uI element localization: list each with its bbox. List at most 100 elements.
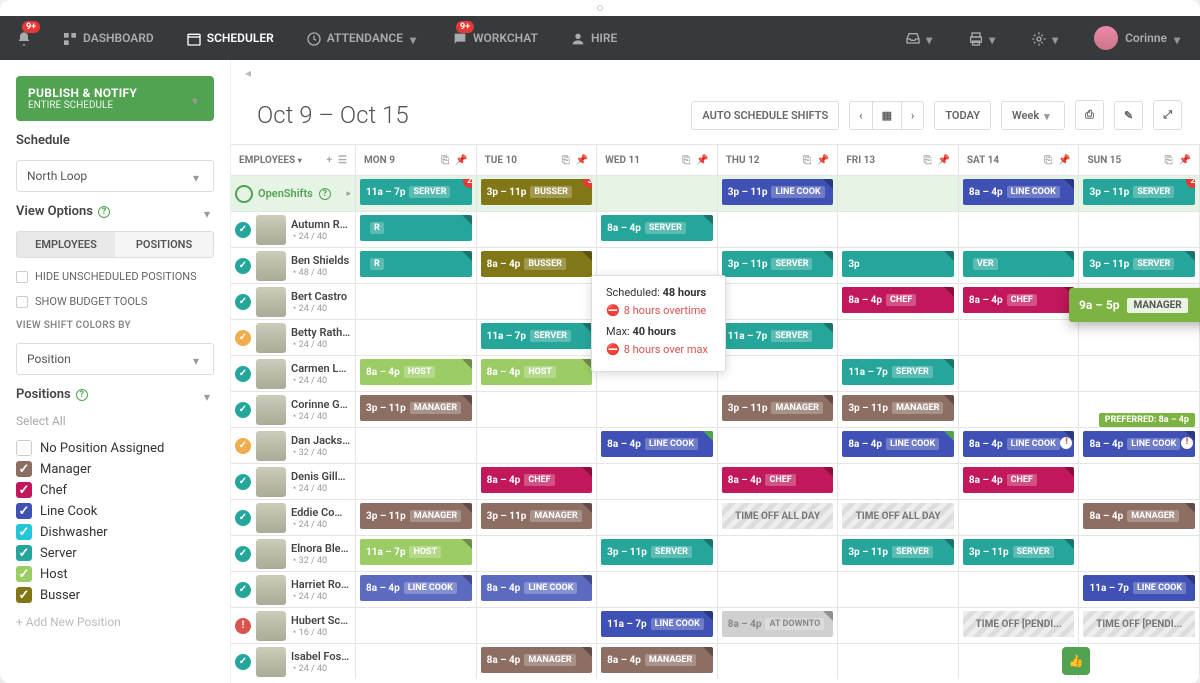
- shift-block[interactable]: 8a – 4pHOST: [360, 359, 472, 385]
- schedule-cell[interactable]: 8a – 4pHOST: [356, 356, 477, 391]
- schedule-cell[interactable]: 11a – 7pLINE COOK: [597, 608, 718, 643]
- schedule-cell[interactable]: TIME OFF [PENDI...: [1079, 608, 1200, 643]
- copy-icon[interactable]: ⎘: [1165, 155, 1173, 166]
- nav-workchat[interactable]: WORKCHAT 9+: [436, 16, 554, 60]
- schedule-cell[interactable]: [597, 392, 718, 427]
- nav-settings[interactable]: [1015, 16, 1078, 60]
- employee-cell[interactable]: ✓Eddie Combs◔ 24 / 40: [231, 500, 356, 535]
- schedule-cell[interactable]: 3p – 11pMANAGER: [838, 392, 959, 427]
- shift-block[interactable]: 8a – 4pCHEF: [842, 287, 954, 313]
- schedule-cell[interactable]: 11a – 7pSERVER: [718, 320, 839, 355]
- add-position[interactable]: + Add New Position: [16, 615, 214, 629]
- schedule-cell[interactable]: [477, 284, 598, 319]
- chevron-down-icon[interactable]: [204, 207, 214, 217]
- shift-block[interactable]: 8a – 4pLINE COOK: [360, 575, 472, 601]
- schedule-cell[interactable]: [1079, 464, 1200, 499]
- shift-block[interactable]: 3p – 11pSERVER: [842, 539, 954, 565]
- schedule-cell[interactable]: TIME OFF ALL DAY: [838, 500, 959, 535]
- openshifts-cell[interactable]: OpenShifts ?▸: [231, 176, 356, 211]
- shift-block[interactable]: VER: [963, 251, 1075, 277]
- schedule-cell[interactable]: 8a – 4pCHEF: [959, 464, 1080, 499]
- pin-icon[interactable]: 📌: [1179, 155, 1191, 166]
- position-item[interactable]: ✓Manager: [16, 461, 214, 477]
- schedule-cell[interactable]: [477, 392, 598, 427]
- employee-cell[interactable]: ✓Autumn Ro...◔ 24 / 40: [231, 212, 356, 247]
- schedule-cell[interactable]: 8a – 4pHOST: [477, 356, 598, 391]
- employee-cell[interactable]: ✓Elnora Blevins◔ 32 / 40: [231, 536, 356, 571]
- schedule-cell[interactable]: 3p – 11pBUSSER3: [477, 176, 598, 211]
- schedule-cell[interactable]: 3p – 11pMANAGER: [718, 392, 839, 427]
- schedule-cell[interactable]: [356, 464, 477, 499]
- schedule-cell[interactable]: [597, 500, 718, 535]
- schedule-cell[interactable]: R: [356, 248, 477, 283]
- schedule-cell[interactable]: 11a – 7pLINE COOK: [1079, 572, 1200, 607]
- add-icon[interactable]: +: [327, 155, 332, 166]
- schedule-cell[interactable]: 3p – 11pMANAGER: [477, 500, 598, 535]
- publish-button[interactable]: PUBLISH & NOTIFY ENTIRE SCHEDULE: [16, 76, 214, 121]
- chk-hide-unscheduled[interactable]: HIDE UNSCHEDULED POSITIONS: [16, 270, 214, 283]
- pin-icon[interactable]: 📌: [455, 155, 467, 166]
- pin-icon[interactable]: 📌: [576, 155, 588, 166]
- schedule-cell[interactable]: [1079, 536, 1200, 571]
- fullscreen-button[interactable]: ⤢: [1153, 100, 1182, 130]
- view-segment[interactable]: EMPLOYEES POSITIONS: [16, 231, 214, 258]
- schedule-cell[interactable]: [959, 356, 1080, 391]
- nav-inbox[interactable]: [889, 16, 952, 60]
- feedback-button[interactable]: 👍: [1062, 647, 1090, 675]
- shift-block[interactable]: TIME OFF [PENDI...: [1083, 611, 1195, 637]
- help-icon[interactable]: ?: [98, 206, 110, 218]
- shift-block[interactable]: TIME OFF [PENDI...: [963, 611, 1075, 637]
- schedule-cell[interactable]: [718, 284, 839, 319]
- shift-block[interactable]: 11a – 7pSERVER: [842, 359, 954, 385]
- edit-button[interactable]: ✎: [1114, 101, 1143, 130]
- schedule-cell[interactable]: [597, 176, 718, 211]
- schedule-cell[interactable]: 8a – 4pCHEF: [718, 464, 839, 499]
- shift-block[interactable]: 8a – 4pMANAGER: [481, 647, 593, 673]
- schedule-cell[interactable]: [959, 392, 1080, 427]
- shift-block[interactable]: 8a – 4pBUSSER: [481, 251, 593, 277]
- schedule-cell[interactable]: [838, 644, 959, 679]
- employee-cell[interactable]: ✓Corinne Garris...◔ 24 / 40: [231, 392, 356, 427]
- print-button[interactable]: ⎙: [1075, 100, 1104, 130]
- schedule-cell[interactable]: TIME OFF [PENDI...: [959, 608, 1080, 643]
- nav-print[interactable]: [952, 16, 1015, 60]
- shift-block[interactable]: 8a – 4pCHEF: [481, 467, 593, 493]
- schedule-cell[interactable]: [477, 428, 598, 463]
- colorby-select[interactable]: Position: [16, 343, 214, 375]
- schedule-cell[interactable]: [959, 212, 1080, 247]
- schedule-cell[interactable]: [838, 572, 959, 607]
- schedule-cell[interactable]: [1079, 644, 1200, 679]
- schedule-cell[interactable]: [718, 536, 839, 571]
- schedule-cell[interactable]: [477, 608, 598, 643]
- schedule-cell[interactable]: [718, 572, 839, 607]
- schedule-cell[interactable]: 3p – 11pSERVER: [597, 536, 718, 571]
- select-all[interactable]: Select All: [16, 414, 214, 428]
- shift-block[interactable]: 8a – 4pMANAGER: [1083, 503, 1195, 529]
- schedule-cell[interactable]: 11a – 7pSERVER: [838, 356, 959, 391]
- schedule-cell[interactable]: [356, 644, 477, 679]
- seg-positions[interactable]: POSITIONS: [115, 232, 213, 257]
- shift-block[interactable]: 8a – 4pCHEF: [722, 467, 834, 493]
- copy-icon[interactable]: ⎘: [803, 155, 811, 166]
- shift-block[interactable]: R: [360, 251, 472, 277]
- today-button[interactable]: TODAY: [934, 101, 991, 130]
- schedule-cell[interactable]: 8a – 4pLINE COOK: [959, 176, 1080, 211]
- copy-icon[interactable]: ⎘: [1044, 155, 1052, 166]
- schedule-cell[interactable]: [959, 500, 1080, 535]
- shift-block[interactable]: 8a – 4pSERVER: [601, 215, 713, 241]
- shift-block[interactable]: 3p – 11pMANAGER: [842, 395, 954, 421]
- shift-block[interactable]: 3p – 11pLINE COOK: [722, 179, 834, 205]
- schedule-cell[interactable]: [356, 608, 477, 643]
- shift-block[interactable]: 11a – 7pLINE COOK: [601, 611, 713, 637]
- shift-block[interactable]: R: [360, 215, 472, 241]
- schedule-cell[interactable]: 3p: [838, 248, 959, 283]
- schedule-cell[interactable]: 8a – 4pLINE COOK: [838, 428, 959, 463]
- schedule-cell[interactable]: [959, 572, 1080, 607]
- schedule-cell[interactable]: [718, 356, 839, 391]
- employee-cell[interactable]: ✓Dan Jackson◔ 32 / 40: [231, 428, 356, 463]
- nav-user[interactable]: Corinne: [1078, 16, 1200, 60]
- shift-block[interactable]: 11a – 7pLINE COOK: [1083, 575, 1195, 601]
- pin-icon[interactable]: 📌: [696, 155, 708, 166]
- schedule-cell[interactable]: [356, 428, 477, 463]
- auto-schedule-button[interactable]: AUTO SCHEDULE SHIFTS: [691, 101, 839, 130]
